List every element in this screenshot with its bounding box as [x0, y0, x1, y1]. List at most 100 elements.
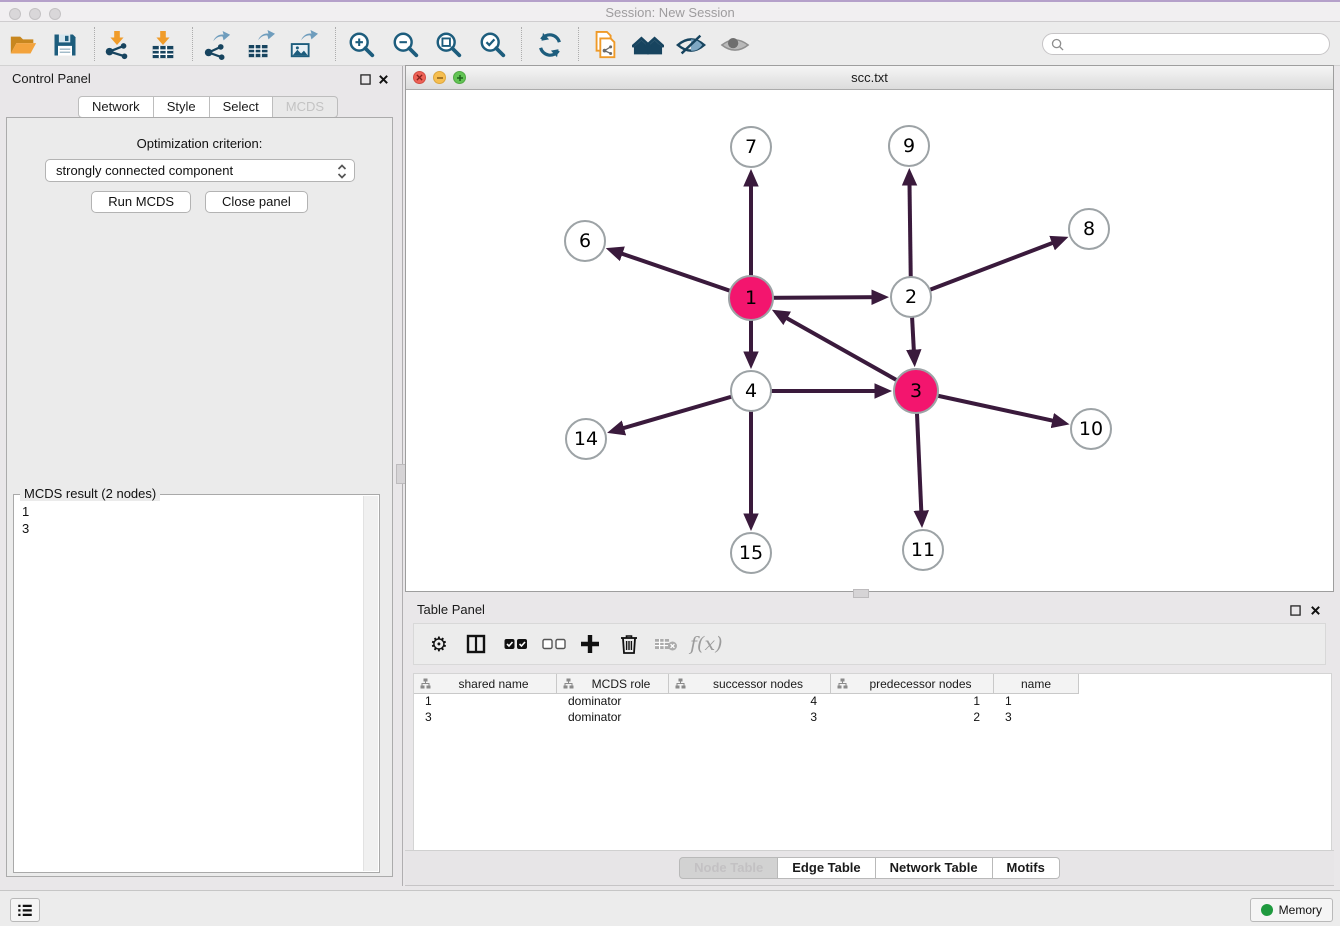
import-network-icon[interactable] — [100, 28, 134, 62]
export-table-icon[interactable] — [243, 28, 277, 62]
close-panel-icon[interactable] — [376, 72, 390, 86]
mcds-panel: Optimization criterion: strongly connect… — [6, 117, 393, 877]
application-window: Session: New Session — [0, 0, 1340, 926]
clone-network-view-icon[interactable] — [588, 28, 622, 62]
network-canvas[interactable]: 7 9 6 8 1 2 4 3 14 10 15 11 — [406, 89, 1333, 589]
float-panel-icon[interactable] — [1288, 603, 1302, 617]
tab-motifs[interactable]: Motifs — [993, 857, 1060, 879]
main-toolbar — [0, 22, 1340, 66]
cell-shared-name: 1 — [414, 693, 557, 709]
export-network-icon[interactable] — [200, 28, 234, 62]
split-view-icon[interactable] — [466, 624, 486, 664]
control-panel: Control Panel NetworkStyleSelectMCDS Opt… — [0, 66, 400, 886]
result-line: 3 — [22, 520, 364, 537]
graph-node-7[interactable]: 7 — [730, 126, 772, 168]
float-panel-icon[interactable] — [358, 72, 372, 86]
graph-node-6[interactable]: 6 — [564, 220, 606, 262]
graph-node-11[interactable]: 11 — [902, 529, 944, 571]
control-panel-title: Control Panel — [12, 71, 91, 86]
function-builder-icon: f(x) — [690, 624, 723, 664]
optimization-criterion-select[interactable]: strongly connected component — [45, 159, 355, 182]
search-field[interactable] — [1042, 33, 1330, 55]
graph-node-1[interactable]: 1 — [728, 275, 774, 321]
hide-view-icon[interactable] — [674, 28, 708, 62]
task-history-button[interactable] — [10, 898, 40, 922]
deselect-all-icon[interactable] — [542, 624, 566, 664]
table-row[interactable]: 3dominator323 — [414, 709, 1079, 725]
zoom-out-icon[interactable] — [389, 28, 423, 62]
list-icon — [16, 901, 34, 919]
graph-node-3[interactable]: 3 — [893, 368, 939, 414]
table-panel: Table Panel ⚙ — [405, 597, 1334, 886]
network-window-titlebar: scc.txt — [406, 66, 1333, 90]
zoom-in-icon[interactable] — [345, 28, 379, 62]
main-titlebar: Session: New Session — [0, 0, 1340, 22]
tab-select[interactable]: Select — [210, 96, 273, 118]
graph-node-10[interactable]: 10 — [1070, 408, 1112, 450]
toolbar-separator — [192, 27, 193, 61]
cell-mcds-role: dominator — [557, 709, 669, 725]
mcds-result-list[interactable]: 13 — [14, 497, 364, 872]
graph-node-8[interactable]: 8 — [1068, 208, 1110, 250]
column-header-shared-name[interactable]: shared name — [414, 674, 557, 693]
add-column-icon[interactable] — [580, 624, 600, 664]
mcds-result-box: MCDS result (2 nodes) 13 — [13, 494, 380, 873]
tab-network[interactable]: Network — [78, 96, 154, 118]
column-header-mcds-role[interactable]: MCDS role — [557, 674, 669, 693]
control-panel-tabs: NetworkStyleSelectMCDS — [78, 96, 338, 118]
open-session-icon[interactable] — [6, 28, 40, 62]
column-header-successor-nodes[interactable]: successor nodes — [669, 674, 831, 693]
settings-icon[interactable]: ⚙ — [430, 624, 448, 664]
node-table: shared nameMCDS rolesuccessor nodesprede… — [413, 673, 1332, 851]
delete-table-icon — [654, 624, 678, 664]
graph-node-9[interactable]: 9 — [888, 125, 930, 167]
status-bar: Memory — [0, 890, 1340, 926]
delete-column-icon[interactable] — [620, 624, 638, 664]
graph-node-4[interactable]: 4 — [730, 370, 772, 412]
cell-name: 3 — [994, 709, 1079, 725]
tab-style[interactable]: Style — [154, 96, 210, 118]
search-icon — [1051, 38, 1064, 51]
toolbar-separator — [578, 27, 579, 61]
column-header-predecessor-nodes[interactable]: predecessor nodes — [831, 674, 994, 693]
refresh-view-icon[interactable] — [533, 28, 567, 62]
tab-mcds[interactable]: MCDS — [273, 96, 338, 118]
select-stepper-icon — [337, 163, 347, 183]
cell-name: 1 — [994, 693, 1079, 709]
show-view-icon[interactable] — [718, 28, 752, 62]
select-all-icon[interactable] — [504, 624, 528, 664]
import-table-icon[interactable] — [146, 28, 180, 62]
save-session-icon[interactable] — [48, 28, 82, 62]
search-input[interactable] — [1069, 36, 1313, 52]
table-header-row: shared nameMCDS rolesuccessor nodesprede… — [414, 674, 1079, 694]
graph-node-2[interactable]: 2 — [890, 276, 932, 318]
tab-network-table[interactable]: Network Table — [876, 857, 993, 879]
memory-button[interactable]: Memory — [1250, 898, 1333, 922]
selected-option: strongly connected component — [56, 163, 233, 178]
memory-status-icon — [1261, 904, 1273, 916]
graph-node-15[interactable]: 15 — [730, 532, 772, 574]
control-panel-header: Control Panel — [0, 66, 400, 92]
graph-node-14[interactable]: 14 — [565, 418, 607, 460]
cell-predecessor-nodes: 2 — [831, 709, 994, 725]
window-title: Session: New Session — [0, 5, 1340, 20]
show-all-views-icon[interactable] — [631, 28, 665, 62]
tab-edge-table[interactable]: Edge Table — [778, 857, 875, 879]
result-line: 1 — [22, 503, 364, 520]
edge-2-8[interactable] — [911, 239, 1062, 297]
network-view-title: scc.txt — [406, 70, 1333, 85]
table-row[interactable]: 1dominator411 — [414, 693, 1079, 709]
zoom-selected-icon[interactable] — [476, 28, 510, 62]
cell-predecessor-nodes: 1 — [831, 693, 994, 709]
close-panel-icon[interactable] — [1308, 603, 1322, 617]
run-mcds-button[interactable]: Run MCDS — [91, 191, 191, 213]
toolbar-separator — [94, 27, 95, 61]
table-panel-title: Table Panel — [417, 602, 485, 617]
result-scrollbar[interactable] — [363, 496, 378, 871]
tab-node-table[interactable]: Node Table — [679, 857, 778, 879]
zoom-fit-icon[interactable] — [432, 28, 466, 62]
close-panel-button[interactable]: Close panel — [205, 191, 308, 213]
export-image-icon[interactable] — [286, 28, 320, 62]
table-tabs: Node TableEdge TableNetwork TableMotifs — [405, 850, 1334, 885]
column-header-name[interactable]: name — [994, 674, 1079, 693]
